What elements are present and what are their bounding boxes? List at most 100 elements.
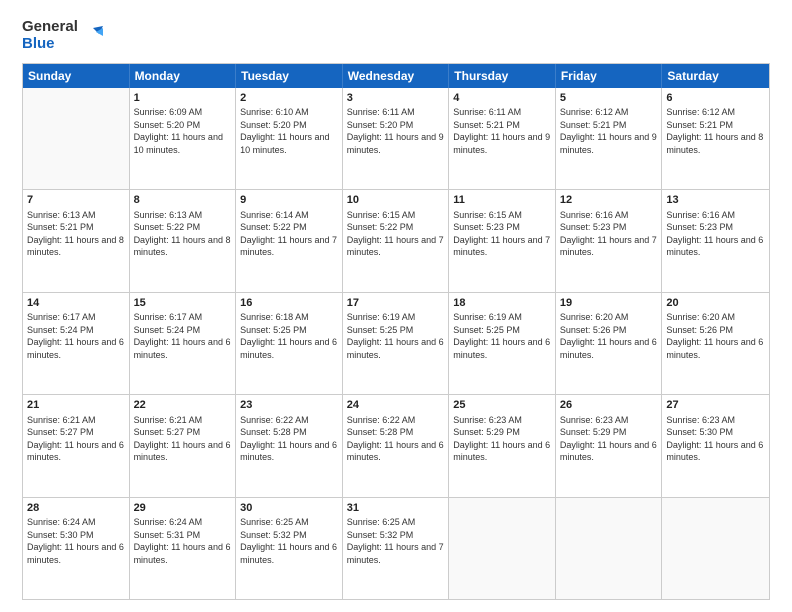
day-number: 17 bbox=[347, 296, 445, 311]
day-number: 14 bbox=[27, 296, 125, 311]
day-number: 9 bbox=[240, 193, 338, 208]
calendar-cell: 4Sunrise: 6:11 AMSunset: 5:21 PMDaylight… bbox=[449, 88, 556, 190]
cell-info: Sunrise: 6:13 AMSunset: 5:22 PMDaylight:… bbox=[134, 209, 232, 259]
cell-info: Sunrise: 6:24 AMSunset: 5:30 PMDaylight:… bbox=[27, 516, 125, 566]
cell-info: Sunrise: 6:24 AMSunset: 5:31 PMDaylight:… bbox=[134, 516, 232, 566]
day-number: 3 bbox=[347, 91, 445, 106]
cell-info: Sunrise: 6:17 AMSunset: 5:24 PMDaylight:… bbox=[27, 311, 125, 361]
calendar-cell bbox=[556, 498, 663, 600]
cell-info: Sunrise: 6:22 AMSunset: 5:28 PMDaylight:… bbox=[240, 414, 338, 464]
cell-info: Sunrise: 6:25 AMSunset: 5:32 PMDaylight:… bbox=[240, 516, 338, 566]
logo-general: General bbox=[22, 18, 78, 35]
calendar-cell: 13Sunrise: 6:16 AMSunset: 5:23 PMDayligh… bbox=[662, 190, 769, 292]
day-number: 27 bbox=[666, 398, 765, 413]
calendar-cell: 19Sunrise: 6:20 AMSunset: 5:26 PMDayligh… bbox=[556, 293, 663, 395]
calendar-cell bbox=[23, 88, 130, 190]
header-day-monday: Monday bbox=[130, 64, 237, 88]
calendar-week-4: 21Sunrise: 6:21 AMSunset: 5:27 PMDayligh… bbox=[23, 394, 769, 497]
calendar-cell: 28Sunrise: 6:24 AMSunset: 5:30 PMDayligh… bbox=[23, 498, 130, 600]
page-header: General Blue bbox=[22, 18, 770, 53]
day-number: 7 bbox=[27, 193, 125, 208]
calendar-cell: 26Sunrise: 6:23 AMSunset: 5:29 PMDayligh… bbox=[556, 395, 663, 497]
calendar-cell: 30Sunrise: 6:25 AMSunset: 5:32 PMDayligh… bbox=[236, 498, 343, 600]
header-day-saturday: Saturday bbox=[662, 64, 769, 88]
day-number: 28 bbox=[27, 501, 125, 516]
day-number: 1 bbox=[134, 91, 232, 106]
calendar: SundayMondayTuesdayWednesdayThursdayFrid… bbox=[22, 63, 770, 601]
calendar-cell: 31Sunrise: 6:25 AMSunset: 5:32 PMDayligh… bbox=[343, 498, 450, 600]
calendar-week-3: 14Sunrise: 6:17 AMSunset: 5:24 PMDayligh… bbox=[23, 292, 769, 395]
day-number: 25 bbox=[453, 398, 551, 413]
calendar-cell: 22Sunrise: 6:21 AMSunset: 5:27 PMDayligh… bbox=[130, 395, 237, 497]
calendar-cell: 14Sunrise: 6:17 AMSunset: 5:24 PMDayligh… bbox=[23, 293, 130, 395]
cell-info: Sunrise: 6:10 AMSunset: 5:20 PMDaylight:… bbox=[240, 106, 338, 156]
cell-info: Sunrise: 6:11 AMSunset: 5:21 PMDaylight:… bbox=[453, 106, 551, 156]
day-number: 10 bbox=[347, 193, 445, 208]
calendar-body: 1Sunrise: 6:09 AMSunset: 5:20 PMDaylight… bbox=[23, 88, 769, 600]
day-number: 12 bbox=[560, 193, 658, 208]
cell-info: Sunrise: 6:20 AMSunset: 5:26 PMDaylight:… bbox=[560, 311, 658, 361]
calendar-cell: 6Sunrise: 6:12 AMSunset: 5:21 PMDaylight… bbox=[662, 88, 769, 190]
calendar-header: SundayMondayTuesdayWednesdayThursdayFrid… bbox=[23, 64, 769, 88]
cell-info: Sunrise: 6:12 AMSunset: 5:21 PMDaylight:… bbox=[560, 106, 658, 156]
cell-info: Sunrise: 6:12 AMSunset: 5:21 PMDaylight:… bbox=[666, 106, 765, 156]
calendar-week-2: 7Sunrise: 6:13 AMSunset: 5:21 PMDaylight… bbox=[23, 189, 769, 292]
day-number: 30 bbox=[240, 501, 338, 516]
cell-info: Sunrise: 6:22 AMSunset: 5:28 PMDaylight:… bbox=[347, 414, 445, 464]
calendar-cell: 3Sunrise: 6:11 AMSunset: 5:20 PMDaylight… bbox=[343, 88, 450, 190]
calendar-cell: 20Sunrise: 6:20 AMSunset: 5:26 PMDayligh… bbox=[662, 293, 769, 395]
calendar-week-5: 28Sunrise: 6:24 AMSunset: 5:30 PMDayligh… bbox=[23, 497, 769, 600]
cell-info: Sunrise: 6:09 AMSunset: 5:20 PMDaylight:… bbox=[134, 106, 232, 156]
day-number: 24 bbox=[347, 398, 445, 413]
cell-info: Sunrise: 6:19 AMSunset: 5:25 PMDaylight:… bbox=[453, 311, 551, 361]
calendar-cell: 24Sunrise: 6:22 AMSunset: 5:28 PMDayligh… bbox=[343, 395, 450, 497]
day-number: 6 bbox=[666, 91, 765, 106]
cell-info: Sunrise: 6:21 AMSunset: 5:27 PMDaylight:… bbox=[27, 414, 125, 464]
cell-info: Sunrise: 6:23 AMSunset: 5:30 PMDaylight:… bbox=[666, 414, 765, 464]
cell-info: Sunrise: 6:25 AMSunset: 5:32 PMDaylight:… bbox=[347, 516, 445, 566]
calendar-cell: 11Sunrise: 6:15 AMSunset: 5:23 PMDayligh… bbox=[449, 190, 556, 292]
cell-info: Sunrise: 6:16 AMSunset: 5:23 PMDaylight:… bbox=[666, 209, 765, 259]
header-day-tuesday: Tuesday bbox=[236, 64, 343, 88]
day-number: 26 bbox=[560, 398, 658, 413]
calendar-cell: 23Sunrise: 6:22 AMSunset: 5:28 PMDayligh… bbox=[236, 395, 343, 497]
calendar-cell: 16Sunrise: 6:18 AMSunset: 5:25 PMDayligh… bbox=[236, 293, 343, 395]
calendar-cell: 18Sunrise: 6:19 AMSunset: 5:25 PMDayligh… bbox=[449, 293, 556, 395]
calendar-cell: 15Sunrise: 6:17 AMSunset: 5:24 PMDayligh… bbox=[130, 293, 237, 395]
day-number: 31 bbox=[347, 501, 445, 516]
cell-info: Sunrise: 6:15 AMSunset: 5:23 PMDaylight:… bbox=[453, 209, 551, 259]
calendar-cell: 9Sunrise: 6:14 AMSunset: 5:22 PMDaylight… bbox=[236, 190, 343, 292]
calendar-cell: 25Sunrise: 6:23 AMSunset: 5:29 PMDayligh… bbox=[449, 395, 556, 497]
calendar-cell: 5Sunrise: 6:12 AMSunset: 5:21 PMDaylight… bbox=[556, 88, 663, 190]
cell-info: Sunrise: 6:18 AMSunset: 5:25 PMDaylight:… bbox=[240, 311, 338, 361]
calendar-cell: 21Sunrise: 6:21 AMSunset: 5:27 PMDayligh… bbox=[23, 395, 130, 497]
calendar-cell: 2Sunrise: 6:10 AMSunset: 5:20 PMDaylight… bbox=[236, 88, 343, 190]
day-number: 23 bbox=[240, 398, 338, 413]
day-number: 21 bbox=[27, 398, 125, 413]
logo: General Blue bbox=[22, 18, 103, 53]
day-number: 5 bbox=[560, 91, 658, 106]
logo-blue: Blue bbox=[22, 35, 78, 52]
calendar-page: General Blue SundayMondayTuesdayWednesda… bbox=[0, 0, 792, 612]
calendar-week-1: 1Sunrise: 6:09 AMSunset: 5:20 PMDaylight… bbox=[23, 88, 769, 190]
calendar-cell: 17Sunrise: 6:19 AMSunset: 5:25 PMDayligh… bbox=[343, 293, 450, 395]
day-number: 16 bbox=[240, 296, 338, 311]
cell-info: Sunrise: 6:15 AMSunset: 5:22 PMDaylight:… bbox=[347, 209, 445, 259]
calendar-cell: 12Sunrise: 6:16 AMSunset: 5:23 PMDayligh… bbox=[556, 190, 663, 292]
cell-info: Sunrise: 6:14 AMSunset: 5:22 PMDaylight:… bbox=[240, 209, 338, 259]
logo-bird-icon bbox=[81, 24, 103, 46]
cell-info: Sunrise: 6:16 AMSunset: 5:23 PMDaylight:… bbox=[560, 209, 658, 259]
header-day-thursday: Thursday bbox=[449, 64, 556, 88]
day-number: 20 bbox=[666, 296, 765, 311]
cell-info: Sunrise: 6:20 AMSunset: 5:26 PMDaylight:… bbox=[666, 311, 765, 361]
calendar-cell: 27Sunrise: 6:23 AMSunset: 5:30 PMDayligh… bbox=[662, 395, 769, 497]
calendar-cell bbox=[449, 498, 556, 600]
calendar-cell: 7Sunrise: 6:13 AMSunset: 5:21 PMDaylight… bbox=[23, 190, 130, 292]
day-number: 11 bbox=[453, 193, 551, 208]
cell-info: Sunrise: 6:13 AMSunset: 5:21 PMDaylight:… bbox=[27, 209, 125, 259]
day-number: 18 bbox=[453, 296, 551, 311]
cell-info: Sunrise: 6:23 AMSunset: 5:29 PMDaylight:… bbox=[453, 414, 551, 464]
calendar-cell: 29Sunrise: 6:24 AMSunset: 5:31 PMDayligh… bbox=[130, 498, 237, 600]
header-day-sunday: Sunday bbox=[23, 64, 130, 88]
calendar-cell bbox=[662, 498, 769, 600]
